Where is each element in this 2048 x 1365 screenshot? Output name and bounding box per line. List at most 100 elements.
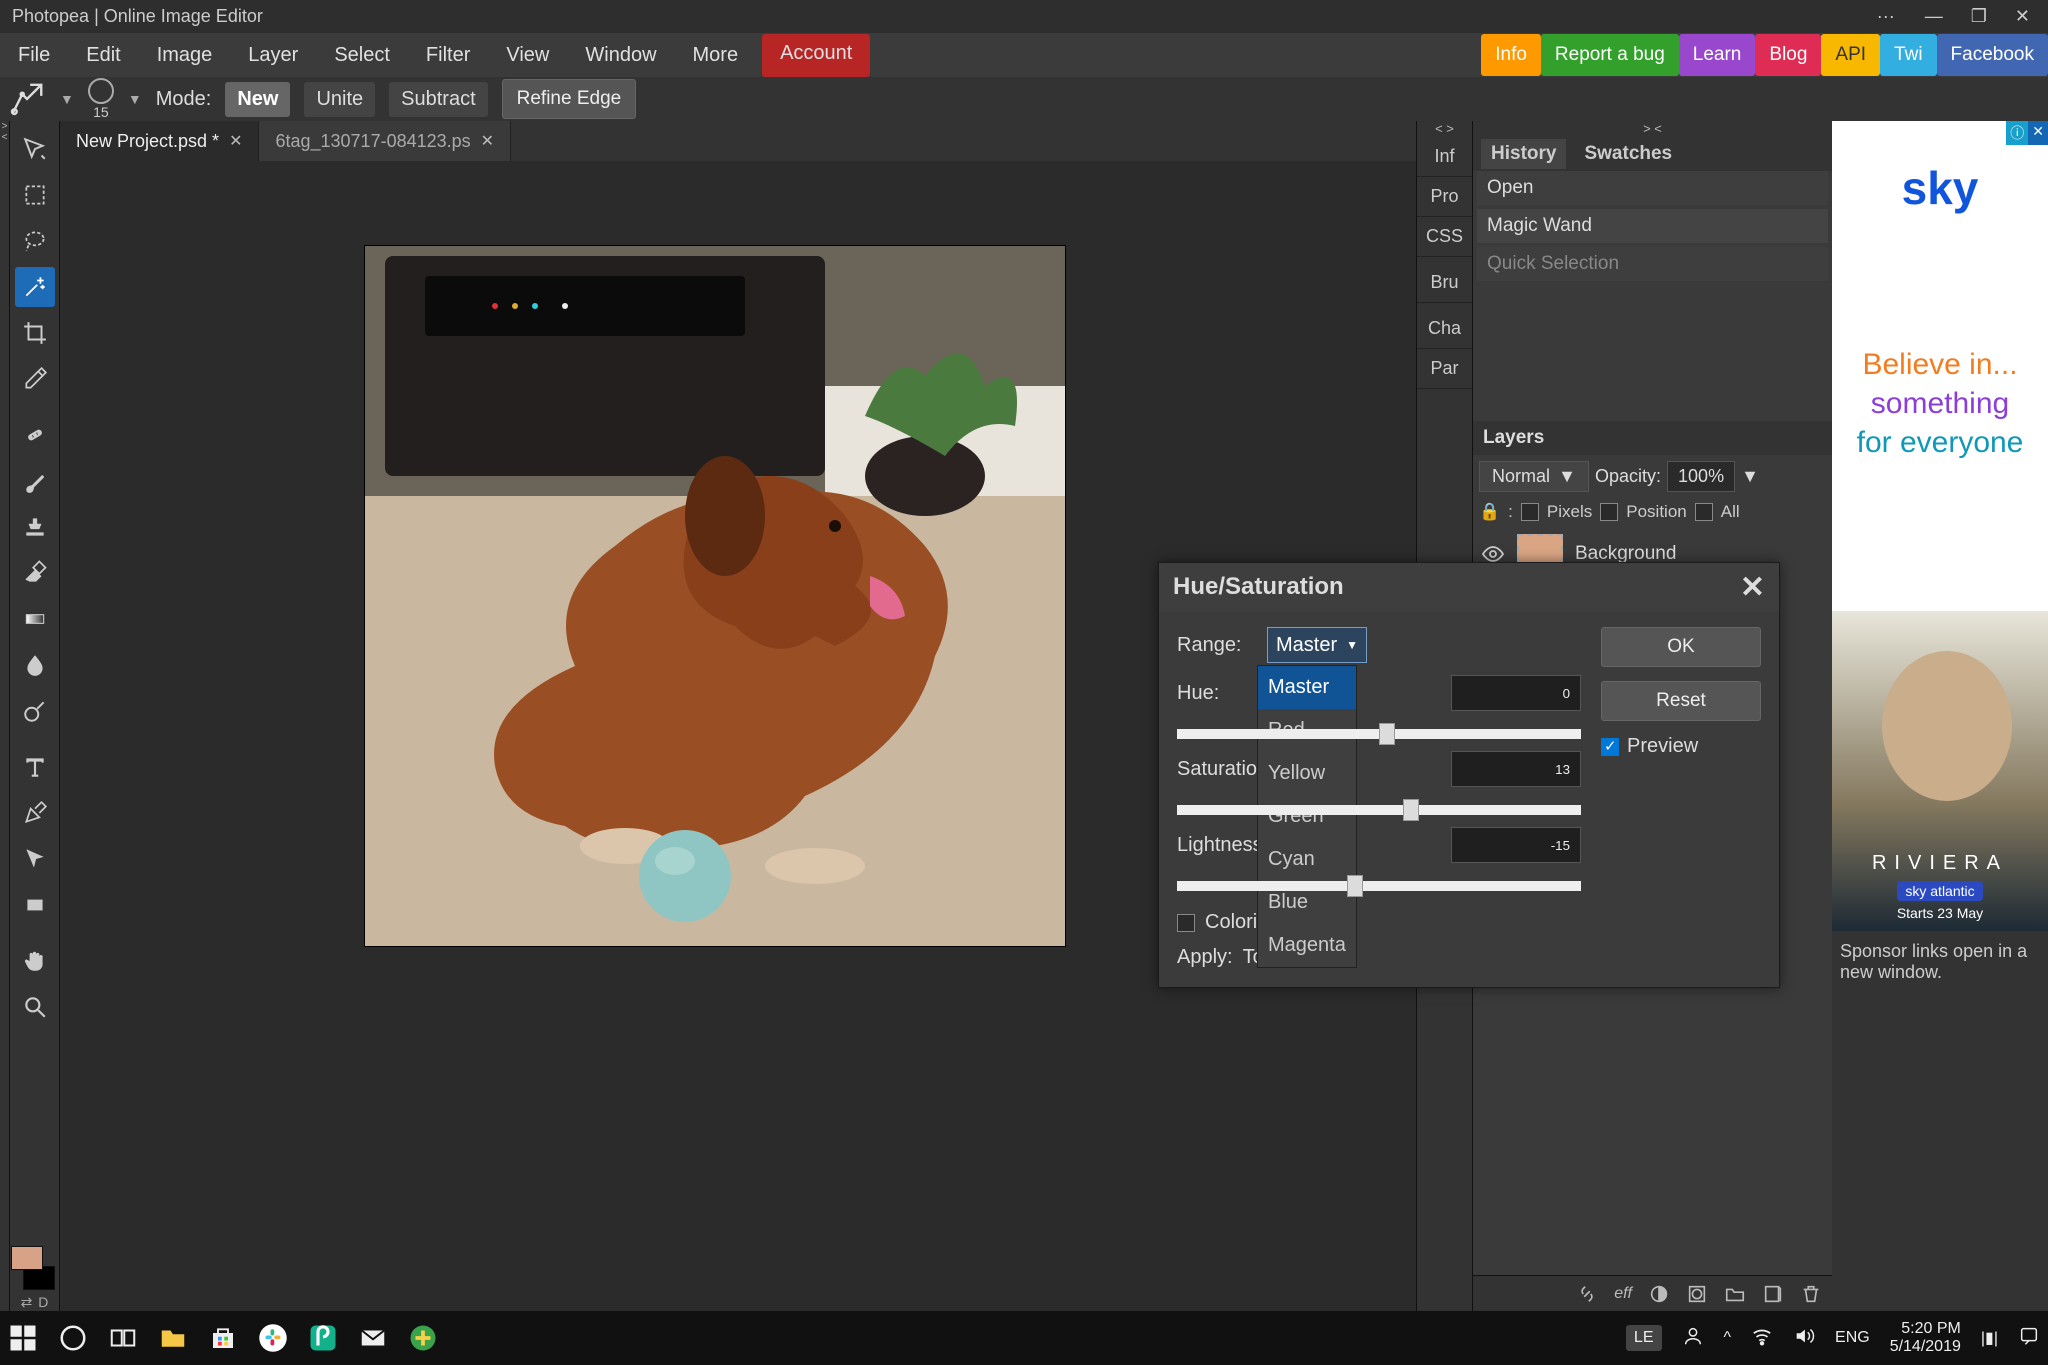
brush-size[interactable]: 15 (88, 78, 114, 120)
fg-color-swatch[interactable] (11, 1246, 43, 1270)
range-option-master[interactable]: Master (1258, 666, 1356, 709)
document-tab-active[interactable]: New Project.psd * ✕ (60, 121, 259, 161)
pen-tool[interactable] (15, 793, 55, 833)
adchoices-icon[interactable]: ⓘ (2006, 121, 2028, 145)
saturation-input[interactable] (1451, 751, 1581, 787)
menu-edit[interactable]: Edit (68, 34, 138, 77)
lightness-slider[interactable] (1177, 881, 1581, 891)
close-tab-icon[interactable]: ✕ (229, 131, 242, 151)
history-step[interactable]: Open (1477, 171, 1828, 205)
task-view-button[interactable] (108, 1323, 138, 1353)
panel-character-tab[interactable]: Cha (1417, 309, 1472, 349)
dodge-tool[interactable] (15, 691, 55, 731)
eraser-tool[interactable] (15, 553, 55, 593)
menu-account[interactable]: Account (762, 34, 870, 77)
shape-tool[interactable] (15, 885, 55, 925)
lasso-tool[interactable] (15, 221, 55, 261)
type-tool[interactable] (15, 747, 55, 787)
crop-tool[interactable] (15, 313, 55, 353)
ok-button[interactable]: OK (1601, 627, 1761, 667)
rect-select-tool[interactable] (15, 175, 55, 215)
menu-window[interactable]: Window (567, 34, 674, 77)
hue-input[interactable] (1451, 675, 1581, 711)
start-button[interactable] (8, 1323, 38, 1353)
dialog-close-button[interactable]: ✕ (1740, 570, 1765, 605)
link-report-bug[interactable]: Report a bug (1541, 34, 1679, 76)
range-option-magenta[interactable]: Magenta (1258, 924, 1356, 967)
cortana-button[interactable] (58, 1323, 88, 1353)
mode-unite-button[interactable]: Unite (304, 82, 375, 117)
lock-all-checkbox[interactable] (1695, 503, 1713, 521)
adjustment-layer-icon[interactable] (1686, 1283, 1708, 1305)
history-step-future[interactable]: Quick Selection (1477, 247, 1828, 281)
preview-checkbox[interactable] (1601, 738, 1619, 756)
mode-new-button[interactable]: New (225, 82, 290, 117)
tablet-mode-icon[interactable]: |▮| (1981, 1328, 1998, 1348)
ad-close-icon[interactable]: ✕ (2028, 121, 2048, 145)
volume-icon[interactable] (1793, 1325, 1815, 1352)
sponsor-ad[interactable]: ⓘ✕ sky Believe in... something for every… (1832, 121, 2048, 931)
taskbar-clock[interactable]: 5:20 PM 5/14/2019 (1890, 1320, 1961, 1355)
delete-layer-icon[interactable] (1800, 1283, 1822, 1305)
language-indicator[interactable]: ENG (1835, 1329, 1870, 1347)
history-panel-tab[interactable]: History (1481, 139, 1566, 169)
wifi-icon[interactable] (1751, 1325, 1773, 1352)
window-minimize-button[interactable]: — (1925, 6, 1943, 27)
range-select[interactable]: Master▼ (1267, 627, 1367, 663)
range-option-green[interactable]: Green (1258, 795, 1356, 838)
panel-paragraph-tab[interactable]: Par (1417, 349, 1472, 389)
blend-mode-select[interactable]: Normal▼ (1479, 461, 1589, 492)
link-twitter[interactable]: Twi (1880, 34, 1937, 76)
current-tool-icon[interactable] (8, 80, 46, 118)
link-blog[interactable]: Blog (1755, 34, 1821, 76)
panel-css-tab[interactable]: CSS (1417, 217, 1472, 257)
move-tool[interactable] (15, 129, 55, 169)
brush-size-tri-icon[interactable]: ▼ (128, 91, 142, 107)
lock-pixels-checkbox[interactable] (1521, 503, 1539, 521)
notifications-icon[interactable] (2018, 1325, 2040, 1352)
layer-mask-icon[interactable] (1648, 1283, 1670, 1305)
microsoft-store-icon[interactable] (208, 1323, 238, 1353)
link-info[interactable]: Info (1481, 34, 1541, 76)
panel-strip-toggle[interactable]: < > (1417, 121, 1472, 137)
window-close-button[interactable]: ✕ (2015, 6, 2030, 27)
history-step-current[interactable]: Magic Wand (1477, 209, 1828, 243)
gradient-tool[interactable] (15, 599, 55, 639)
file-explorer-icon[interactable] (158, 1323, 188, 1353)
slack-icon[interactable] (258, 1323, 288, 1353)
left-gutter-toggle[interactable]: >< (0, 121, 10, 1311)
magic-wand-tool[interactable] (15, 267, 55, 307)
path-select-tool[interactable] (15, 839, 55, 879)
right-panel-toggle[interactable]: > < (1473, 121, 1832, 137)
menu-image[interactable]: Image (139, 34, 231, 77)
menu-layer[interactable]: Layer (230, 34, 316, 77)
colorize-checkbox[interactable] (1177, 914, 1195, 932)
healing-tool[interactable] (15, 415, 55, 455)
color-swatches[interactable]: ⇄D (15, 1250, 55, 1311)
link-api[interactable]: API (1821, 34, 1880, 76)
range-option-yellow[interactable]: Yellow (1258, 752, 1356, 795)
menu-select[interactable]: Select (316, 34, 408, 77)
swap-colors-icon[interactable]: ⇄ (21, 1294, 33, 1311)
hand-tool[interactable] (15, 941, 55, 981)
opacity-value[interactable]: 100% (1667, 461, 1735, 492)
people-icon[interactable] (1682, 1325, 1704, 1352)
browser-menu-icon[interactable]: ··· (1877, 6, 1895, 27)
blur-tool[interactable] (15, 645, 55, 685)
lightness-input[interactable] (1451, 827, 1581, 863)
zoom-tool[interactable] (15, 987, 55, 1027)
brush-tool[interactable] (15, 461, 55, 501)
link-learn[interactable]: Learn (1679, 34, 1756, 76)
document-image[interactable] (365, 246, 1065, 946)
link-layers-icon[interactable] (1576, 1283, 1598, 1305)
hue-slider[interactable] (1177, 729, 1581, 739)
menu-view[interactable]: View (488, 34, 567, 77)
eyedropper-tool[interactable] (15, 359, 55, 399)
opacity-tri-icon[interactable]: ▼ (1741, 466, 1759, 487)
mode-subtract-button[interactable]: Subtract (389, 82, 487, 117)
range-option-cyan[interactable]: Cyan (1258, 838, 1356, 881)
layer-effects-button[interactable]: eff (1614, 1285, 1632, 1303)
document-tab-other[interactable]: 6tag_130717-084123.ps ✕ (259, 121, 511, 161)
close-tab-icon[interactable]: ✕ (481, 131, 494, 151)
new-group-icon[interactable] (1724, 1283, 1746, 1305)
